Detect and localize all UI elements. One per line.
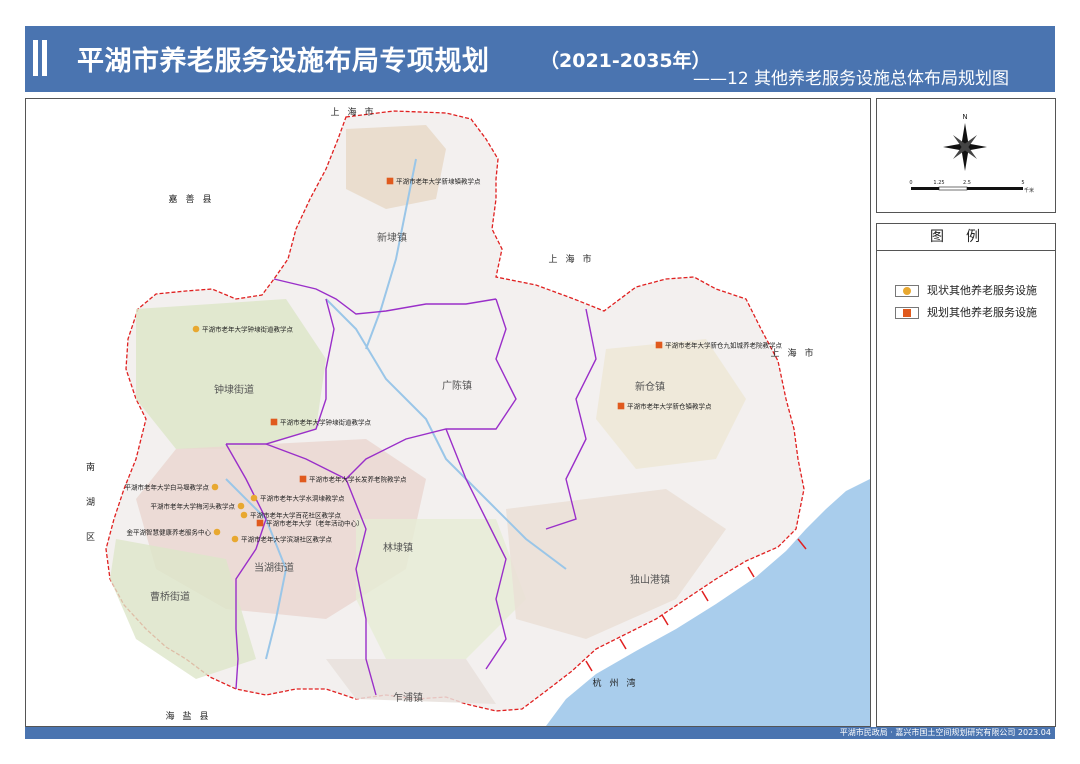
legend-swatch-planned [895, 307, 919, 319]
legend-label: 规划其他养老服务设施 [927, 306, 1037, 319]
scale-bar [911, 186, 1023, 191]
town-label: 钟埭街道 [214, 383, 254, 396]
town-label: 乍浦镇 [393, 691, 423, 704]
north-arrow-icon [943, 123, 987, 171]
town-label: 广陈镇 [442, 379, 472, 392]
facility-label: 平湖市老年大学长发养老院教学点 [309, 475, 407, 484]
legend-swatch-existing [895, 285, 919, 297]
planned-facility-marker [299, 475, 307, 483]
map-frame: 上海市 嘉善县 上海市 上海市 海盐县 杭州湾 南湖区 新埭镇 广陈镇 新仓镇 … [25, 98, 871, 727]
facility-label: 平湖市老年大学白马堰教学点 [125, 483, 210, 492]
footer-bar: 平湖市民政局 · 嘉兴市国土空间规划研究有限公司 2023.04 [25, 727, 1055, 739]
existing-facility-marker [192, 325, 200, 333]
town-label: 曹桥街道 [150, 590, 190, 603]
scale-tick: 0 [909, 180, 912, 186]
north-label: N [962, 113, 967, 121]
planned-facility-marker [617, 402, 625, 410]
region-label: 嘉善县 [168, 193, 219, 205]
town-label: 新仓镇 [635, 380, 665, 393]
planned-facility-marker [655, 341, 663, 349]
compass-graphic: N 0 1.25 2.5 5 千米 [909, 113, 1034, 194]
facility-label: 平湖市老年大学滨湖社区教学点 [241, 535, 333, 544]
title-bars-icon [33, 40, 49, 76]
footer-credit: 平湖市民政局 · 嘉兴市国土空间规划研究有限公司 2023.04 [839, 728, 1051, 737]
region-label: 上海市 [548, 253, 599, 265]
facility-label: 平湖市老年大学梅河头教学点 [151, 502, 236, 511]
town-label: 独山港镇 [630, 573, 670, 586]
title-bar: 平湖市养老服务设施布局专项规划 （2021-2035年） ——12 其他养老服务… [25, 26, 1055, 92]
region-label-vertical: 南湖区 [84, 461, 95, 567]
map-canvas: 上海市 嘉善县 上海市 上海市 海盐县 杭州湾 南湖区 新埭镇 广陈镇 新仓镇 … [84, 106, 870, 726]
existing-facility-marker [237, 502, 245, 510]
facility-label: 平湖市老年大学百花社区教学点 [250, 511, 342, 520]
existing-facility-marker [240, 511, 248, 519]
zhongdai-urban-area [136, 299, 326, 449]
town-label: 当湖街道 [254, 561, 294, 574]
xindai-urban-area [346, 125, 446, 209]
facility-label: 平湖市老年大学钟埭街道教学点 [202, 325, 294, 334]
compass-box: N 0 1.25 2.5 5 千米 [876, 98, 1056, 213]
region-label: 杭州湾 [592, 677, 643, 689]
scale-tick: 5 [1021, 180, 1024, 186]
facility-label: 金平湖智慧健康养老服务中心 [127, 528, 212, 537]
existing-facility-marker [250, 494, 258, 502]
scale-tick: 2.5 [963, 180, 971, 186]
existing-facility-marker [231, 535, 239, 543]
planned-facility-marker [386, 177, 394, 185]
existing-facility-marker [213, 528, 221, 536]
facility-label: 平湖市老年大学钟埭街道教学点 [280, 418, 372, 427]
town-label: 林埭镇 [383, 541, 413, 554]
legend-title: 图例 [877, 224, 1055, 251]
facility-label: 平湖市老年大学新仓九如城养老院教学点 [665, 341, 783, 350]
legend-item-existing: 现状其他养老服务设施 [895, 282, 1037, 297]
facility-label: 平湖市老年大学新埭镇教学点 [396, 177, 481, 186]
legend-item-planned: 规划其他养老服务设施 [895, 304, 1037, 319]
planned-facility-marker [256, 519, 264, 527]
planned-facility-marker [270, 418, 278, 426]
facility-label: 平湖市老年大学新仓镇教学点 [627, 402, 712, 411]
town-label: 新埭镇 [377, 231, 407, 244]
legend-box: 图例 现状其他养老服务设施 规划其他养老服务设施 [876, 223, 1056, 727]
map-years: （2021-2035年） [540, 50, 711, 72]
map-title: 平湖市养老服务设施布局专项规划 [77, 46, 490, 77]
dushangang-urban-area [506, 489, 726, 639]
map-subtitle: ——12 其他养老服务设施总体布局规划图 [693, 69, 1010, 89]
region-label: 上海市 [330, 106, 381, 118]
facility-label: 平湖市老年大学水洞埭教学点 [260, 494, 345, 503]
legend-label: 现状其他养老服务设施 [927, 284, 1037, 297]
facility-label: 平湖市老年大学（老年活动中心） [266, 519, 364, 528]
region-label: 海盐县 [165, 710, 216, 722]
existing-facility-marker [211, 483, 219, 491]
scale-tick: 1.25 [933, 180, 944, 186]
scale-unit: 千米 [1024, 187, 1034, 194]
